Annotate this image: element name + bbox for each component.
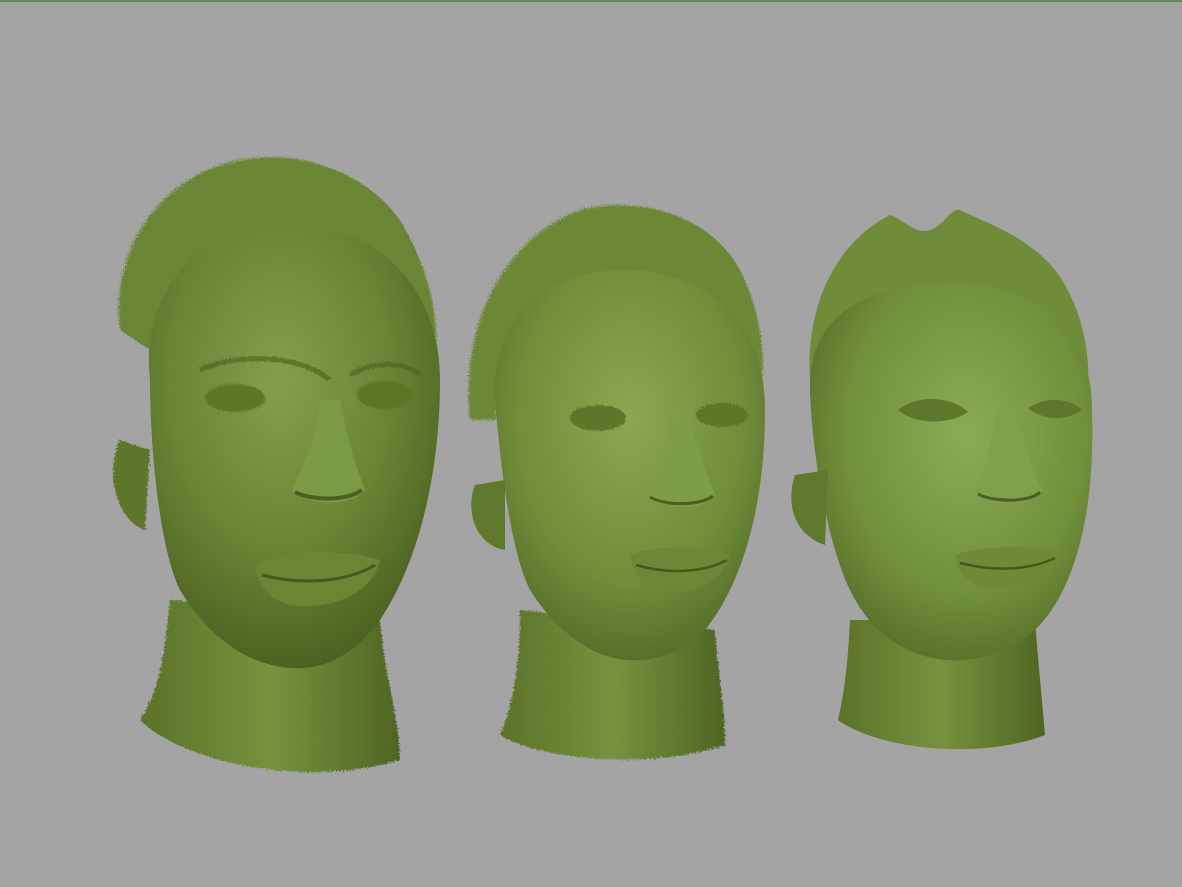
ear-left <box>471 480 505 550</box>
eye-left <box>205 384 265 412</box>
eye-right <box>357 381 413 409</box>
face-surface <box>494 270 765 661</box>
scene-canvas <box>113 157 1093 800</box>
face-surface <box>809 283 1093 661</box>
eye-left <box>570 405 626 431</box>
3d-viewport[interactable] <box>0 0 1182 887</box>
ear-left <box>113 440 150 530</box>
head-scan-raw[interactable] <box>113 157 450 800</box>
head-scan-filtered[interactable] <box>468 205 765 760</box>
eye-right <box>696 403 748 427</box>
head-scan-smooth[interactable] <box>791 209 1093 750</box>
ear-left <box>791 470 828 545</box>
